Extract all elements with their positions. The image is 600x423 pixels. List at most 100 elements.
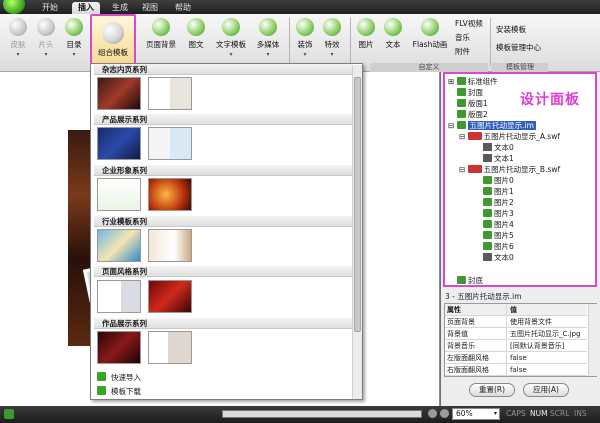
property-value[interactable]: false [506,364,587,376]
tree-node-label: 文本1 [494,154,514,163]
apply-button[interactable]: 应用(A) [523,383,569,397]
image-icon [483,220,492,228]
expand-icon: ⊞ [448,77,457,86]
tree-node[interactable]: ⊟ 五图片托动显示_B.swf [459,164,560,175]
template-thumbnail[interactable] [148,127,192,160]
combo-template-button[interactable]: 组合模板 [90,14,136,68]
reset-button[interactable]: 重置(R) [469,383,515,397]
tree-node-label: 五图片托动显示_B.swf [483,165,561,174]
tree-node-selected[interactable]: ⊟ 五图片托动显示.im [448,120,536,131]
attachment-item[interactable]: 附件 [455,46,470,57]
effects-button[interactable]: 特效 ▾ [320,16,344,66]
chevron-down-icon: ▾ [303,51,307,58]
flv-video-item[interactable]: FLV视频 [455,18,483,29]
tab-view[interactable]: 视图 [142,2,158,14]
tree-node[interactable]: 图片2 [483,197,514,208]
tree-node[interactable]: 图片3 [483,208,514,219]
flash-icon [421,18,439,36]
tree-node[interactable]: ⊞ 标准组件 [448,76,498,87]
property-row[interactable]: 页面背景 使用背景文件 [445,316,587,328]
tab-insert[interactable]: 插入 [72,2,100,14]
status-bar: 60% ▾ CAPS NUM SCRL INS [0,406,600,423]
tree-node-label: 图片2 [494,198,514,207]
template-thumbnail[interactable] [148,178,192,211]
property-value[interactable]: [同默认背景音乐] [506,340,587,352]
intro-button[interactable]: 片头 ▾ [33,16,59,66]
decoration-label: 装饰 [297,40,313,49]
tab-start[interactable]: 开始 [42,2,58,14]
tree-node[interactable]: 图片5 [483,230,514,241]
multimedia-icon [259,18,277,36]
template-thumbnail[interactable] [148,77,192,110]
image-icon [483,187,492,195]
tree-node[interactable]: 图片0 [483,175,514,186]
skin-button[interactable]: 皮肤 ▾ [5,16,31,66]
horizontal-scrollbar[interactable] [222,410,422,418]
category-portfolio: 作品展示系列 [94,318,352,329]
template-thumbnail[interactable] [97,77,141,110]
text-template-icon [222,18,240,36]
image-text-button[interactable]: 图文 [184,16,208,66]
page-background-button[interactable]: 页面背景 [143,16,179,66]
tree-node[interactable]: 图片6 [483,241,514,252]
template-thumbnail[interactable] [148,280,192,313]
tree-node-label: 图片6 [494,242,514,251]
property-value[interactable]: false [506,352,587,364]
tree-node[interactable]: 文本1 [483,153,514,164]
property-row[interactable]: 背景音乐 [同默认背景音乐] [445,340,587,352]
page-icon [457,88,466,96]
property-row[interactable]: 左版面翻风格 false [445,352,587,364]
gallery-scrollbar[interactable] [352,65,362,399]
template-download-item[interactable]: 模板下载 [97,386,141,397]
zoom-out-icon[interactable] [428,409,437,418]
template-thumbnail[interactable] [97,280,141,313]
multimedia-button[interactable]: 多媒体 ▾ [253,16,283,66]
property-value-select[interactable]: 使用背景文件 [506,316,587,328]
zoom-in-icon[interactable] [440,409,449,418]
app-logo-icon[interactable] [3,0,25,14]
quick-import-item[interactable]: 快速导入 [97,372,141,383]
tree-node[interactable]: 版面2 [457,109,488,120]
text-button[interactable]: 文本 [381,16,405,66]
decoration-button[interactable]: 装饰 ▾ [293,16,317,66]
image-text-label: 图文 [188,40,204,49]
tree-node[interactable]: 文本0 [483,252,514,263]
text-template-button[interactable]: 文字模板 ▾ [212,16,250,66]
page-icon [457,110,466,118]
folder-icon [456,77,466,85]
template-manager-item[interactable]: 模板管理中心 [496,42,541,53]
property-value[interactable]: 五图片托动显示_C.jpg [506,328,587,340]
template-thumbnail[interactable] [97,229,141,262]
template-thumbnail[interactable] [97,127,141,160]
combo-template-gallery: 杂志内页系列 产品展示系列 企业形象系列 行业模板系列 页面风格系列 作品展示系… [90,63,363,400]
category-page-style: 页面风格系列 [94,266,352,277]
tree-node[interactable]: 图片1 [483,186,514,197]
music-item[interactable]: 音乐 [455,32,470,43]
template-thumbnail[interactable] [97,331,141,364]
properties-header: 属性 值 [445,304,587,316]
property-row[interactable]: 右版面翻风格 false [445,364,587,376]
template-thumbnail[interactable] [148,229,192,262]
install-template-item[interactable]: 安装模板 [496,24,526,35]
flash-animation-button[interactable]: Flash动画 [408,16,452,66]
toc-button[interactable]: 目录 ▾ [61,16,87,66]
tree-node[interactable]: 版面1 [457,98,488,109]
properties-scrollbar[interactable] [588,304,597,376]
tab-generate[interactable]: 生成 [112,2,128,14]
text-icon [483,143,492,151]
tree-node[interactable]: ⊟ 五图片托动显示_A.swf [459,131,560,142]
property-row[interactable]: 背景值 五图片托动显示_C.jpg [445,328,587,340]
text-label: 文本 [385,40,401,49]
image-button[interactable]: 图片 [354,16,378,66]
template-thumbnail[interactable] [148,331,192,364]
zoom-select[interactable]: 60% ▾ [452,408,500,420]
scrollbar-thumb[interactable] [354,77,361,332]
num-indicator: NUM [530,409,548,418]
tab-help[interactable]: 帮助 [175,2,191,14]
template-thumbnail[interactable] [97,178,141,211]
tree-node[interactable]: 文本0 [483,142,514,153]
tree-node[interactable]: 图片4 [483,219,514,230]
tree-node[interactable]: 封底 [457,275,483,285]
tree-node[interactable]: 封面 [457,87,483,98]
swf-icon [467,132,482,140]
